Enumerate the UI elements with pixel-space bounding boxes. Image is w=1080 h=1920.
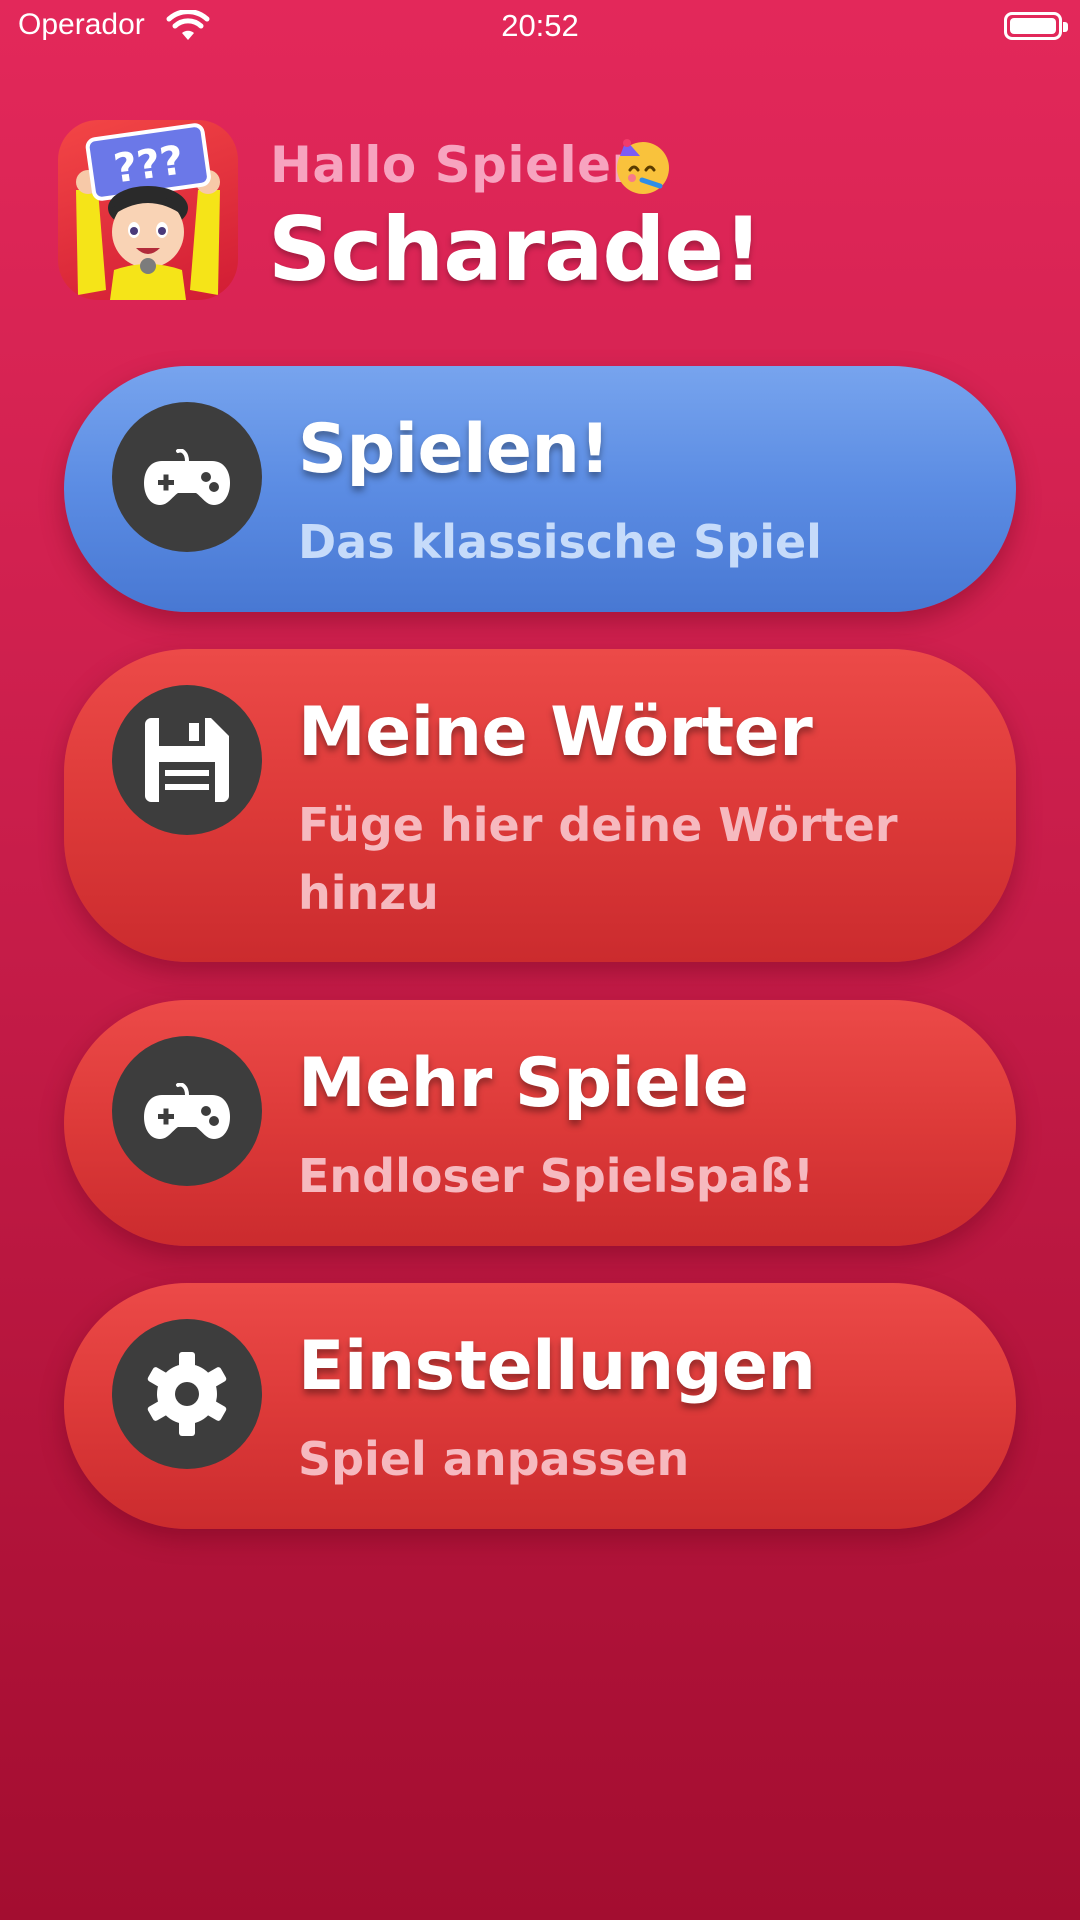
page-title: Scharade! (268, 198, 763, 301)
more-games-button[interactable]: Mehr Spiele Endloser Spielspaß! (64, 1000, 1016, 1246)
status-bar: Operador 20:52 (0, 0, 1080, 56)
settings-button-subtitle: Spiel anpassen (298, 1432, 690, 1486)
gamepad-icon (112, 402, 262, 552)
party-face-emoji (617, 139, 669, 194)
settings-button-label: Einstellungen (298, 1327, 816, 1406)
play-button[interactable]: Spielen! Das klassische Spiel (64, 366, 1016, 612)
my-words-button[interactable]: Meine Wörter Füge hier deine Wörter hinz… (64, 649, 1016, 962)
clock: 20:52 (501, 8, 579, 43)
my-words-button-subtitle: Füge hier deine Wörter hinzu (298, 798, 898, 920)
my-words-button-label: Meine Wörter (298, 693, 813, 772)
gear-icon (112, 1319, 262, 1469)
play-button-subtitle: Das klassische Spiel (298, 515, 822, 569)
floppy-disk-icon (112, 685, 262, 835)
greeting-text: Hallo Spieler! (270, 136, 660, 194)
more-games-button-label: Mehr Spiele (298, 1044, 749, 1123)
battery-icon (1004, 12, 1068, 40)
svg-text:???: ??? (111, 137, 186, 192)
charades-app-icon: ??? (58, 120, 238, 300)
more-games-button-subtitle: Endloser Spielspaß! (298, 1149, 814, 1203)
play-button-label: Spielen! (298, 410, 610, 489)
gamepad-icon (112, 1036, 262, 1186)
settings-button[interactable]: Einstellungen Spiel anpassen (64, 1283, 1016, 1529)
